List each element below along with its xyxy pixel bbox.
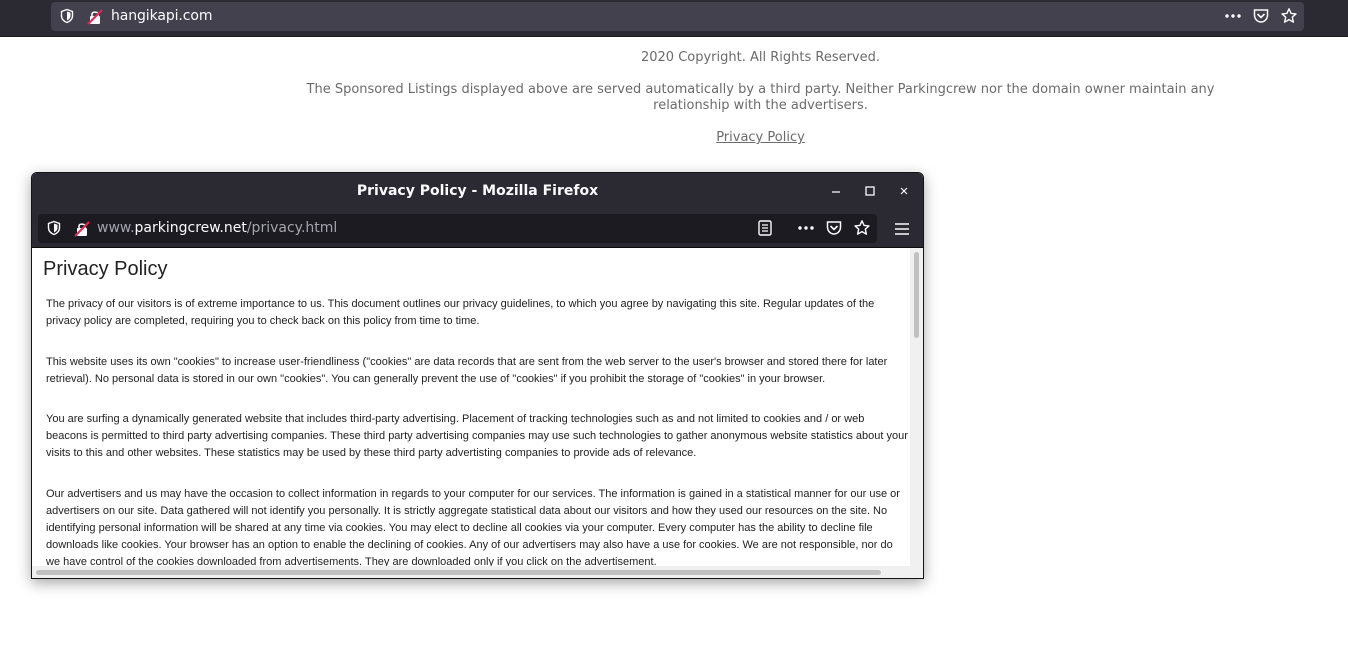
insecure-lock-icon[interactable] — [74, 221, 90, 237]
popup-toolbar: www.parkingcrew.net/privacy.html — [32, 210, 923, 248]
shield-icon[interactable] — [46, 220, 62, 236]
privacy-policy-heading: Privacy Policy — [43, 258, 168, 280]
reader-view-icon[interactable] — [756, 219, 774, 237]
privacy-policy-popup-window: Privacy Policy - Mozilla Firefox www.par… — [31, 172, 924, 579]
disclaimer-line-1: The Sponsored Listings displayed above a… — [306, 82, 1215, 97]
more-menu-icon[interactable] — [1224, 7, 1242, 25]
privacy-policy-link[interactable]: Privacy Policy — [716, 130, 805, 145]
main-address-bar[interactable]: hangikapi.com — [51, 2, 1304, 31]
url-path: /privacy.html — [246, 220, 338, 236]
url-host: parkingcrew.net — [134, 220, 247, 236]
popup-url-text[interactable]: www.parkingcrew.net/privacy.html — [97, 220, 337, 236]
pocket-icon[interactable] — [1252, 7, 1270, 25]
pocket-icon[interactable] — [825, 219, 843, 237]
shield-icon[interactable] — [59, 8, 75, 24]
close-icon[interactable] — [897, 184, 911, 198]
paragraph: This website uses its own "cookies" to i… — [46, 356, 888, 385]
hamburger-menu-icon[interactable] — [893, 220, 911, 238]
privacy-policy-content: Privacy Policy The privacy of our visito… — [32, 248, 910, 566]
maximize-icon[interactable] — [863, 184, 877, 198]
copyright-text: 2020 Copyright. All Rights Reserved. — [640, 50, 881, 65]
popup-title: Privacy Policy - Mozilla Firefox — [356, 183, 599, 199]
vertical-scrollbar-thumb[interactable] — [914, 252, 919, 338]
bookmark-star-icon[interactable] — [853, 219, 871, 237]
bookmark-star-icon[interactable] — [1280, 7, 1298, 25]
minimize-icon[interactable] — [829, 184, 843, 198]
disclaimer-line-2: relationship with the advertisers. — [653, 98, 868, 113]
popup-address-bar[interactable]: www.parkingcrew.net/privacy.html — [38, 214, 877, 243]
main-url-text[interactable]: hangikapi.com — [111, 8, 212, 24]
horizontal-scrollbar-thumb[interactable] — [36, 570, 881, 575]
url-prefix: www. — [97, 220, 135, 236]
more-menu-icon[interactable] — [797, 219, 815, 237]
paragraph: Our advertisers and us may have the occa… — [46, 488, 900, 566]
popup-titlebar[interactable]: Privacy Policy - Mozilla Firefox — [32, 173, 923, 210]
vertical-scrollbar[interactable] — [910, 248, 922, 566]
insecure-lock-icon[interactable] — [87, 9, 103, 25]
paragraph: You are surfing a dynamically generated … — [46, 413, 908, 459]
paragraph: The privacy of our visitors is of extrem… — [46, 298, 875, 327]
main-browser-toolbar: hangikapi.com — [0, 0, 1348, 37]
horizontal-scrollbar[interactable] — [32, 566, 923, 578]
privacy-policy-link-wrap: Privacy Policy — [0, 130, 1348, 146]
